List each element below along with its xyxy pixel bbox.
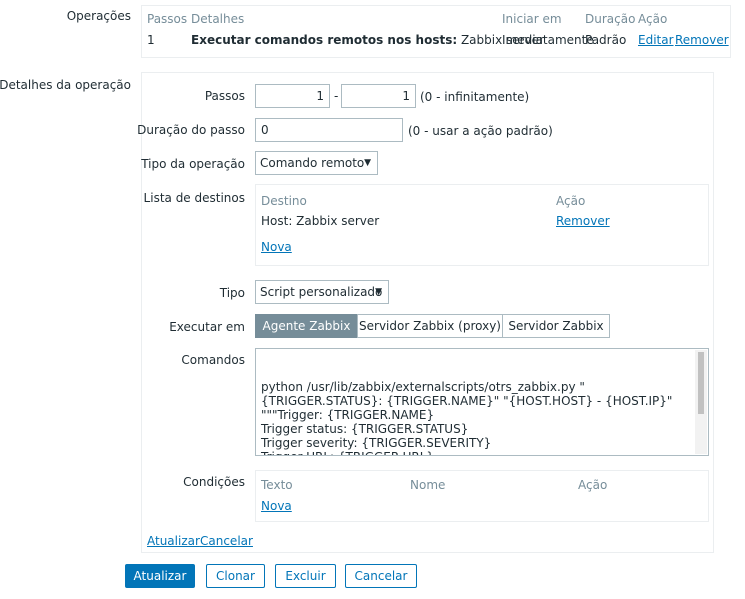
operation-edit-link[interactable]: Editar <box>638 33 674 47</box>
operation-details-label: Detalhes da operação <box>0 78 131 92</box>
step-duration-input[interactable]: 0 <box>255 118 403 142</box>
steps-label: Passos <box>204 89 245 103</box>
clone-button[interactable]: Clonar <box>206 564 265 588</box>
operation-remove-link[interactable]: Remover <box>675 33 729 47</box>
targets-header-target: Destino <box>261 194 307 208</box>
chevron-down-icon: ▼ <box>375 287 382 297</box>
operations-label: Operações <box>66 9 131 23</box>
operation-row-start-in: Imediatamente <box>502 33 594 47</box>
operations-header-action: Ação <box>638 12 668 26</box>
targets-new-link[interactable]: Nova <box>261 240 292 254</box>
steps-to-input[interactable]: 1 <box>341 84 416 108</box>
step-duration-hint: (0 - usar a ação padrão) <box>408 124 553 138</box>
conditions-header-name: Nome <box>410 478 446 492</box>
operations-header-steps: Passos <box>147 12 188 26</box>
commands-scrollbar[interactable] <box>695 350 707 454</box>
operations-table: Passos Detalhes Iniciar em Duração Ação … <box>141 5 731 58</box>
execute-on-zabbix-agent[interactable]: Agente Zabbix <box>255 314 358 338</box>
delete-button[interactable]: Excluir <box>275 564 336 588</box>
type-label: Tipo <box>219 286 245 300</box>
operation-row-duration: Padrão <box>585 33 627 47</box>
commands-text: python /usr/lib/zabbix/externalscripts/o… <box>261 380 673 455</box>
update-button[interactable]: Atualizar <box>125 564 195 588</box>
operation-details-panel: Passos 1 - 1 (0 - infinitamente) Duração… <box>137 72 714 553</box>
operation-type-label: Tipo da operação <box>141 157 245 171</box>
operation-cancel-link[interactable]: Cancelar <box>200 534 253 548</box>
execute-on-zabbix-server[interactable]: Servidor Zabbix <box>502 314 610 338</box>
steps-from-input[interactable]: 1 <box>255 84 330 108</box>
conditions-header-label: Texto <box>261 478 293 492</box>
operation-row-details-bold: Executar comandos remotos nos hosts: <box>191 33 458 47</box>
steps-hint: (0 - infinitamente) <box>420 90 530 104</box>
targets-label: Lista de destinos <box>143 191 245 205</box>
steps-separator: - <box>334 89 339 103</box>
conditions-label: Condições <box>183 475 245 489</box>
operation-row-details: Executar comandos remotos nos hosts: Zab… <box>191 33 544 47</box>
operation-row-steps: 1 <box>147 33 155 47</box>
conditions-table: Texto Nome Ação Nova <box>255 470 709 522</box>
target-row-name: Host: Zabbix server <box>261 214 380 228</box>
conditions-new-link[interactable]: Nova <box>261 499 292 513</box>
commands-scrollbar-thumb[interactable] <box>698 352 704 414</box>
cancel-button[interactable]: Cancelar <box>345 564 417 588</box>
operation-update-link[interactable]: Atualizar <box>147 534 200 548</box>
operation-type-value: Comando remoto <box>260 156 365 170</box>
type-value: Script personalizado <box>260 285 383 299</box>
chevron-down-icon: ▼ <box>364 158 371 168</box>
execute-on-zabbix-server-proxy[interactable]: Servidor Zabbix (proxy) <box>357 314 503 338</box>
target-remove-link[interactable]: Remover <box>556 214 610 228</box>
execute-on-label: Executar em <box>169 320 245 334</box>
conditions-header-action: Ação <box>578 478 608 492</box>
operations-header-start-in: Iniciar em <box>502 12 562 26</box>
targets-table: Destino Ação Host: Zabbix server Remover… <box>255 184 709 266</box>
operations-header-duration: Duração <box>585 12 636 26</box>
step-duration-label: Duração do passo <box>137 123 245 137</box>
targets-header-action: Ação <box>556 194 586 208</box>
commands-label: Comandos <box>181 353 245 367</box>
operation-type-select[interactable]: Comando remoto ▼ <box>255 151 378 175</box>
operations-header-details: Detalhes <box>191 12 245 26</box>
commands-textarea[interactable]: python /usr/lib/zabbix/externalscripts/o… <box>255 348 709 456</box>
type-select[interactable]: Script personalizado ▼ <box>255 280 389 304</box>
